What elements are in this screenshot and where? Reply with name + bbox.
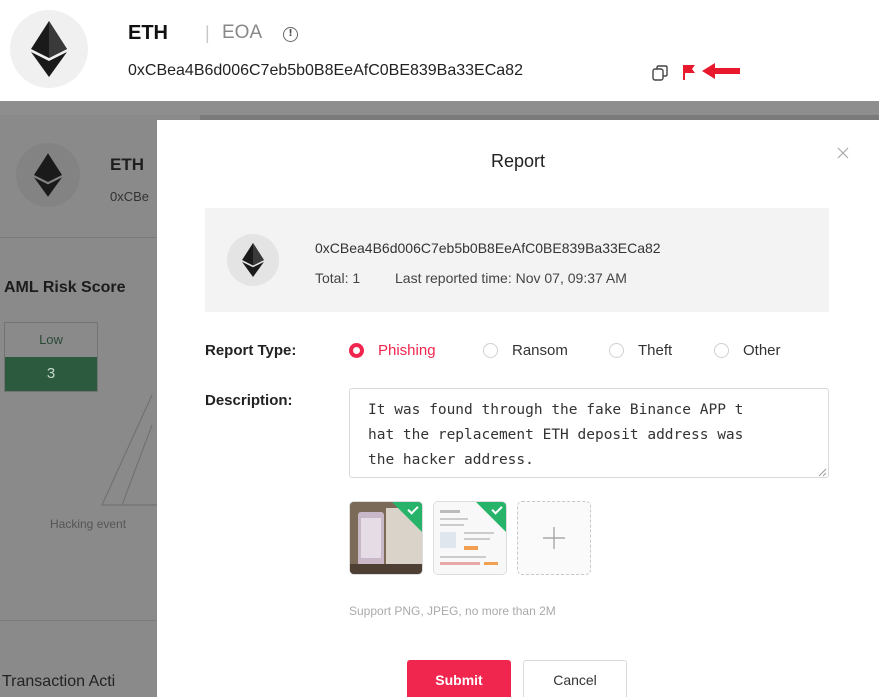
uploaded-image-thumbnail[interactable] <box>349 501 423 575</box>
radio-unselected-icon <box>483 343 498 358</box>
uploaded-image-thumbnail[interactable] <box>433 501 507 575</box>
submit-button[interactable]: Submit <box>407 660 511 697</box>
last-reported-time: Last reported time: Nov 07, 09:37 AM <box>395 270 627 286</box>
report-total: Total: 1 <box>315 270 361 286</box>
divider <box>0 237 170 238</box>
radio-unselected-icon <box>609 343 624 358</box>
risk-level: Low <box>39 332 63 347</box>
red-arrow-icon <box>702 63 740 79</box>
wallet-address: 0xCBea4B6d006C7eb5b0B8EeAfC0BE839Ba33ECa… <box>128 62 523 79</box>
ethereum-logo-icon <box>10 10 88 88</box>
info-icon[interactable]: ! <box>283 27 298 42</box>
address-header: ETH | EOA ! 0xCBea4B6d006C7eb5b0B8EeAfC0… <box>0 0 879 101</box>
risk-score-box: Low 3 <box>4 322 98 392</box>
plus-icon <box>543 527 565 549</box>
radio-label: Ransom <box>512 342 568 359</box>
modal-title: Report <box>490 151 546 171</box>
report-type-label: Report Type: <box>205 342 297 359</box>
ethereum-logo-icon <box>227 234 279 286</box>
radio-phishing[interactable]: Phishing <box>349 342 436 359</box>
radio-label: Phishing <box>378 342 436 359</box>
risk-score: 3 <box>5 357 97 391</box>
description-textarea[interactable]: It was found through the fake Binance AP… <box>349 388 829 478</box>
radio-other[interactable]: Other <box>714 342 781 359</box>
background-asset-title: ETH <box>110 155 144 174</box>
transaction-section-title: Transaction Acti <box>2 673 116 690</box>
description-label: Description: <box>205 392 293 409</box>
radio-unselected-icon <box>714 343 729 358</box>
upload-hint: Support PNG, JPEG, no more than 2M <box>349 604 556 618</box>
report-summary: 0xCBea4B6d006C7eb5b0B8EeAfC0BE839Ba33ECa… <box>205 208 829 312</box>
description-line: the hacker address. <box>368 452 534 468</box>
radar-chart-outline <box>101 394 162 506</box>
ethereum-logo-icon <box>16 143 80 207</box>
flag-icon[interactable] <box>682 64 696 80</box>
cancel-button[interactable]: Cancel <box>523 660 627 697</box>
description-line: It was found through the fake Binance AP… <box>368 402 744 418</box>
title-separator: | <box>205 23 210 43</box>
radio-label: Theft <box>638 342 673 359</box>
radio-theft[interactable]: Theft <box>609 342 672 359</box>
copy-icon[interactable] <box>652 65 668 81</box>
summary-address: 0xCBea4B6d006C7eb5b0B8EeAfC0BE839Ba33ECa… <box>315 240 661 256</box>
chart-label: Hacking event <box>50 517 127 531</box>
radio-label: Other <box>743 342 781 359</box>
aml-risk-title: AML Risk Score <box>4 279 126 296</box>
divider <box>0 620 170 621</box>
description-line: hat the replacement ETH deposit address … <box>368 427 744 443</box>
account-type: EOA <box>222 22 263 43</box>
radio-selected-icon <box>349 343 364 358</box>
background-address: 0xCBe <box>110 189 150 204</box>
add-image-button[interactable] <box>517 501 591 575</box>
report-modal: Report 0xCBea4B6d006C7eb5b0B8EeAfC0BE839… <box>157 120 879 697</box>
resize-handle-icon[interactable] <box>818 468 827 477</box>
overlay-strip <box>0 101 879 115</box>
radio-ransom[interactable]: Ransom <box>483 342 568 359</box>
close-icon[interactable] <box>835 145 851 161</box>
asset-title: ETH <box>128 22 168 44</box>
